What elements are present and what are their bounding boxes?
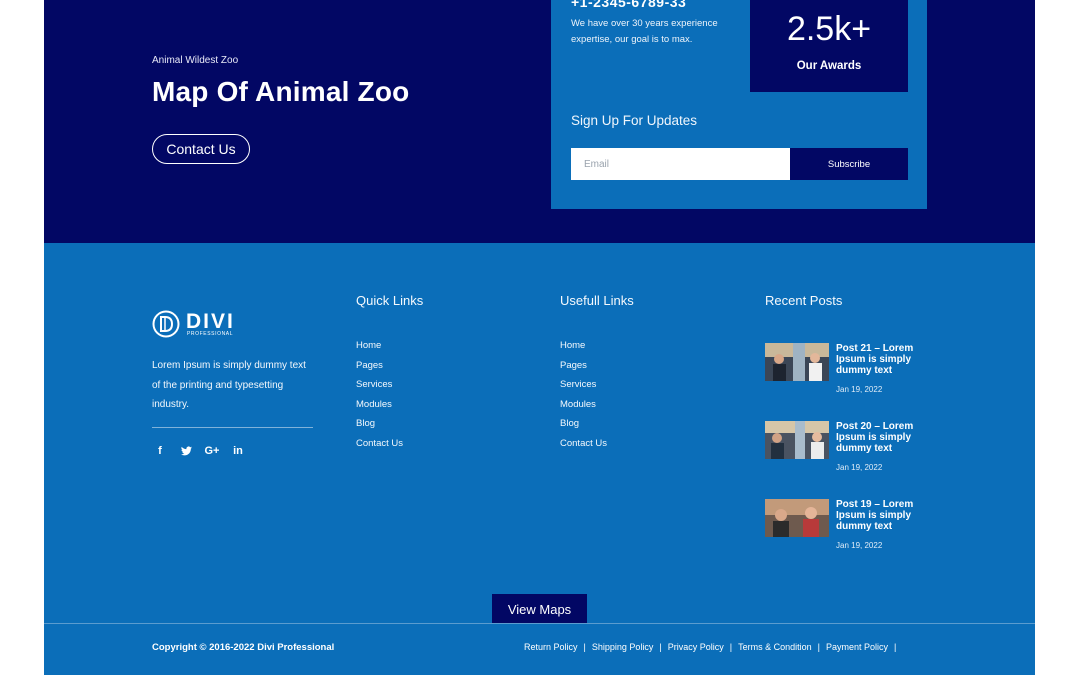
useful-link-services[interactable]: Services <box>560 375 607 395</box>
hero-eyebrow: Animal Wildest Zoo <box>152 55 239 66</box>
bottom-divider <box>44 623 1035 624</box>
about-divider <box>152 427 313 428</box>
hero-title: Map Of Animal Zoo <box>152 76 410 107</box>
google-plus-icon[interactable]: G+ <box>204 443 220 459</box>
terms-link[interactable]: Terms & Condition <box>738 642 812 652</box>
post-item[interactable]: Post 19 – Lorem Ipsum is simply dummy te… <box>765 499 935 559</box>
phone-number[interactable]: +1-2345-6789-33 <box>571 0 686 10</box>
post-date: Jan 19, 2022 <box>836 385 883 394</box>
social-links: f G+ in <box>152 443 246 459</box>
about-text: Lorem Ipsum is simply dummy text of the … <box>152 360 306 410</box>
quick-link-blog[interactable]: Blog <box>356 414 403 434</box>
post-thumbnail[interactable] <box>765 343 829 381</box>
return-policy-link[interactable]: Return Policy <box>524 642 578 652</box>
view-maps-button[interactable]: View Maps <box>492 594 587 624</box>
quick-link-modules[interactable]: Modules <box>356 395 403 415</box>
quick-link-home[interactable]: Home <box>356 336 403 356</box>
email-field[interactable] <box>571 148 790 180</box>
page: Animal Wildest Zoo Map Of Animal Zoo Con… <box>44 0 1035 675</box>
copyright-text: Copyright © 2016-2022 Divi Professional <box>152 642 335 653</box>
separator: | <box>817 642 820 652</box>
separator: | <box>729 642 733 652</box>
quick-link-services[interactable]: Services <box>356 375 403 395</box>
facebook-icon[interactable]: f <box>152 443 168 459</box>
awards-label: Our Awards <box>796 60 862 72</box>
post-thumbnail[interactable] <box>765 421 829 459</box>
useful-link-contact[interactable]: Contact Us <box>560 434 607 454</box>
quick-link-contact[interactable]: Contact Us <box>356 434 403 454</box>
separator: | <box>659 642 662 652</box>
useful-links-title: Usefull Links <box>560 293 634 308</box>
footer: DIVI PROFESSIONAL Lorem Ipsum is simply … <box>44 243 1035 675</box>
separator: | <box>583 642 586 652</box>
contact-us-button[interactable]: Contact Us <box>152 134 250 164</box>
useful-link-pages[interactable]: Pages <box>560 356 607 376</box>
linkedin-icon[interactable]: in <box>230 443 246 459</box>
useful-links-list: Home Pages Services Modules Blog Contact… <box>560 336 607 453</box>
brand-tagline: PROFESSIONAL <box>187 331 234 337</box>
post-title[interactable]: Post 21 – Lorem Ipsum is simply dummy te… <box>836 343 931 376</box>
post-date: Jan 19, 2022 <box>836 463 883 472</box>
post-thumbnail[interactable] <box>765 499 829 537</box>
post-item[interactable]: Post 21 – Lorem Ipsum is simply dummy te… <box>765 343 935 403</box>
payment-policy-link[interactable]: Payment Policy <box>826 642 888 652</box>
hero-section: Animal Wildest Zoo Map Of Animal Zoo Con… <box>44 0 1035 243</box>
twitter-icon[interactable] <box>178 443 194 459</box>
signup-title: Sign Up For Updates <box>571 113 698 128</box>
brand-logo[interactable]: DIVI PROFESSIONAL <box>152 310 242 340</box>
experience-text: We have over 30 years experience experti… <box>571 18 718 45</box>
recent-posts-title: Recent Posts <box>765 293 843 308</box>
useful-link-blog[interactable]: Blog <box>560 414 607 434</box>
awards-box: 2.5k+ Our Awards <box>750 0 908 92</box>
shipping-policy-link[interactable]: Shipping Policy <box>592 642 654 652</box>
post-date: Jan 19, 2022 <box>836 541 883 550</box>
policy-links: Return Policy | Shipping Policy | Privac… <box>524 642 902 652</box>
separator: | <box>894 642 897 652</box>
divi-logo-icon <box>152 310 180 338</box>
quick-links-list: Home Pages Services Modules Blog Contact… <box>356 336 403 453</box>
quick-link-pages[interactable]: Pages <box>356 356 403 376</box>
post-item[interactable]: Post 20 – Lorem Ipsum is simply dummy te… <box>765 421 935 481</box>
subscribe-button[interactable]: Subscribe <box>790 148 908 180</box>
post-title[interactable]: Post 19 – Lorem Ipsum is simply dummy te… <box>836 499 931 532</box>
privacy-policy-link[interactable]: Privacy Policy <box>668 642 724 652</box>
awards-value: 2.5k+ <box>786 10 872 48</box>
useful-link-modules[interactable]: Modules <box>560 395 607 415</box>
post-title[interactable]: Post 20 – Lorem Ipsum is simply dummy te… <box>836 421 931 454</box>
info-panel: +1-2345-6789-33 We have over 30 years ex… <box>551 0 927 209</box>
useful-link-home[interactable]: Home <box>560 336 607 356</box>
quick-links-title: Quick Links <box>356 293 424 308</box>
